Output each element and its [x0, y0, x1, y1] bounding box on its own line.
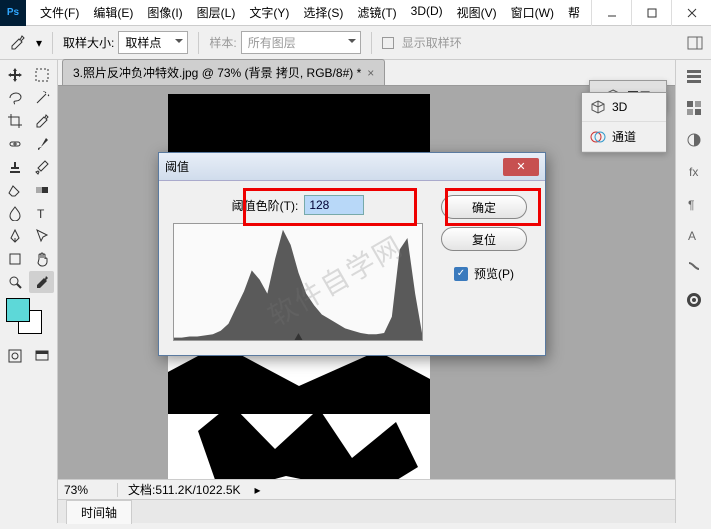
panel-3d-label: 3D	[612, 100, 627, 114]
zoom-level[interactable]: 73%	[58, 483, 118, 497]
lasso-tool[interactable]	[2, 87, 27, 109]
menu-select[interactable]: 选择(S)	[297, 0, 349, 25]
chevron-down-icon[interactable]: ▾	[36, 36, 42, 50]
document-tabbar: 3.照片反冲负冲特效.jpg @ 73% (背景 拷贝, RGB/8#) * ×	[58, 60, 675, 86]
svg-text:¶: ¶	[688, 198, 694, 212]
options-bar: ▾ 取样大小: 取样点 样本: 所有图层 显示取样环	[0, 26, 711, 60]
divider	[52, 32, 53, 54]
panel-3d[interactable]: 3D	[582, 93, 666, 122]
sample-label: 样本:	[209, 34, 236, 51]
reset-button[interactable]: 复位	[441, 227, 527, 251]
sample-size-label: 取样大小:	[63, 34, 114, 51]
close-tab-icon[interactable]: ×	[367, 66, 374, 80]
history-panel-icon[interactable]	[684, 66, 704, 86]
maximize-button[interactable]	[631, 0, 671, 26]
pen-tool[interactable]	[2, 225, 27, 247]
cube-icon	[590, 99, 606, 115]
divider	[371, 32, 372, 54]
toolbox: T	[0, 60, 58, 523]
menu-window[interactable]: 窗口(W)	[505, 0, 560, 25]
marquee-tool[interactable]	[29, 64, 54, 86]
eyedropper-tool[interactable]	[29, 110, 54, 132]
dialog-title: 阈值	[165, 158, 189, 175]
screenmode-tool[interactable]	[29, 345, 54, 367]
close-button[interactable]	[671, 0, 711, 26]
color-sampler-tool[interactable]	[29, 271, 54, 293]
styles-panel-icon[interactable]: fx	[684, 162, 704, 182]
panel-toggle-icon[interactable]	[687, 36, 703, 50]
right-dock: fx ¶ A	[675, 60, 711, 523]
document-tab-title: 3.照片反冲负冲特效.jpg @ 73% (背景 拷贝, RGB/8#) *	[73, 64, 361, 81]
crop-tool[interactable]	[2, 110, 27, 132]
foreground-swatch[interactable]	[6, 298, 30, 322]
menu-view[interactable]: 视图(V)	[451, 0, 503, 25]
app-logo: Ps	[0, 0, 26, 26]
menu-filter[interactable]: 滤镜(T)	[351, 0, 402, 25]
timeline-panel: 时间轴	[58, 499, 675, 523]
threshold-input[interactable]	[304, 195, 364, 215]
timeline-tab[interactable]: 时间轴	[66, 500, 132, 524]
type-tool[interactable]: T	[29, 202, 54, 224]
gradient-tool[interactable]	[29, 179, 54, 201]
menu-3d[interactable]: 3D(D)	[405, 0, 449, 25]
svg-text:T: T	[37, 207, 45, 221]
quickmask-tool[interactable]	[2, 345, 27, 367]
history-brush-tool[interactable]	[29, 156, 54, 178]
divider	[198, 32, 199, 54]
menu-image[interactable]: 图像(I)	[141, 0, 188, 25]
magic-wand-tool[interactable]	[29, 87, 54, 109]
docinfo-menu-icon[interactable]: ▸	[255, 483, 261, 497]
status-bar: 73% 文档:511.2K/1022.5K ▸	[58, 479, 675, 499]
show-ring-checkbox[interactable]	[382, 37, 394, 49]
blur-tool[interactable]	[2, 202, 27, 224]
dialog-close-button[interactable]: ✕	[503, 158, 539, 176]
cloud-panel-icon[interactable]	[684, 290, 704, 310]
doc-info: 文档:511.2K/1022.5K	[118, 481, 251, 498]
swatches-panel-icon[interactable]	[684, 98, 704, 118]
sample-select[interactable]: 所有图层	[241, 31, 361, 54]
threshold-histogram[interactable]	[173, 223, 423, 341]
svg-text:fx: fx	[689, 165, 698, 179]
svg-text:A: A	[688, 229, 696, 243]
adjustments-panel-icon[interactable]	[684, 130, 704, 150]
ok-button[interactable]: 确定	[441, 195, 527, 219]
show-ring-label: 显示取样环	[402, 34, 462, 51]
sample-size-select[interactable]: 取样点	[118, 31, 188, 54]
stamp-tool[interactable]	[2, 156, 27, 178]
info-panels: 3D 通道	[581, 92, 667, 153]
preview-checkbox[interactable]: ✓	[454, 267, 468, 281]
menu-file[interactable]: 文件(F)	[34, 0, 85, 25]
dialog-titlebar[interactable]: 阈值 ✕	[159, 153, 545, 181]
menu-type[interactable]: 文字(Y)	[243, 0, 295, 25]
zoom-tool[interactable]	[2, 271, 27, 293]
channels-icon	[590, 129, 606, 145]
brush-tool[interactable]	[29, 133, 54, 155]
window-controls	[591, 0, 711, 26]
brush-panel-icon[interactable]	[684, 258, 704, 278]
threshold-label: 阈值色阶(T):	[232, 197, 299, 214]
panel-channels[interactable]: 通道	[582, 122, 666, 152]
color-swatches[interactable]	[2, 294, 55, 344]
titlebar: Ps 文件(F) 编辑(E) 图像(I) 图层(L) 文字(Y) 选择(S) 滤…	[0, 0, 711, 26]
shape-tool[interactable]	[2, 248, 27, 270]
hand-tool[interactable]	[29, 248, 54, 270]
path-select-tool[interactable]	[29, 225, 54, 247]
document-tab[interactable]: 3.照片反冲负冲特效.jpg @ 73% (背景 拷贝, RGB/8#) * ×	[62, 59, 385, 85]
threshold-dialog: 阈值 ✕ 阈值色阶(T): 确定 复位 ✓ 预览(P)	[158, 152, 546, 356]
eyedropper-icon	[8, 34, 26, 52]
menu-layer[interactable]: 图层(L)	[191, 0, 242, 25]
character-panel-icon[interactable]: A	[684, 226, 704, 246]
menu-edit[interactable]: 编辑(E)	[87, 0, 139, 25]
menu-help[interactable]: 帮	[562, 0, 586, 25]
panel-channels-label: 通道	[612, 128, 636, 145]
minimize-button[interactable]	[591, 0, 631, 26]
move-tool[interactable]	[2, 64, 27, 86]
healing-tool[interactable]	[2, 133, 27, 155]
paragraph-panel-icon[interactable]: ¶	[684, 194, 704, 214]
menubar: 文件(F) 编辑(E) 图像(I) 图层(L) 文字(Y) 选择(S) 滤镜(T…	[26, 0, 591, 25]
eraser-tool[interactable]	[2, 179, 27, 201]
preview-label: 预览(P)	[474, 265, 514, 282]
